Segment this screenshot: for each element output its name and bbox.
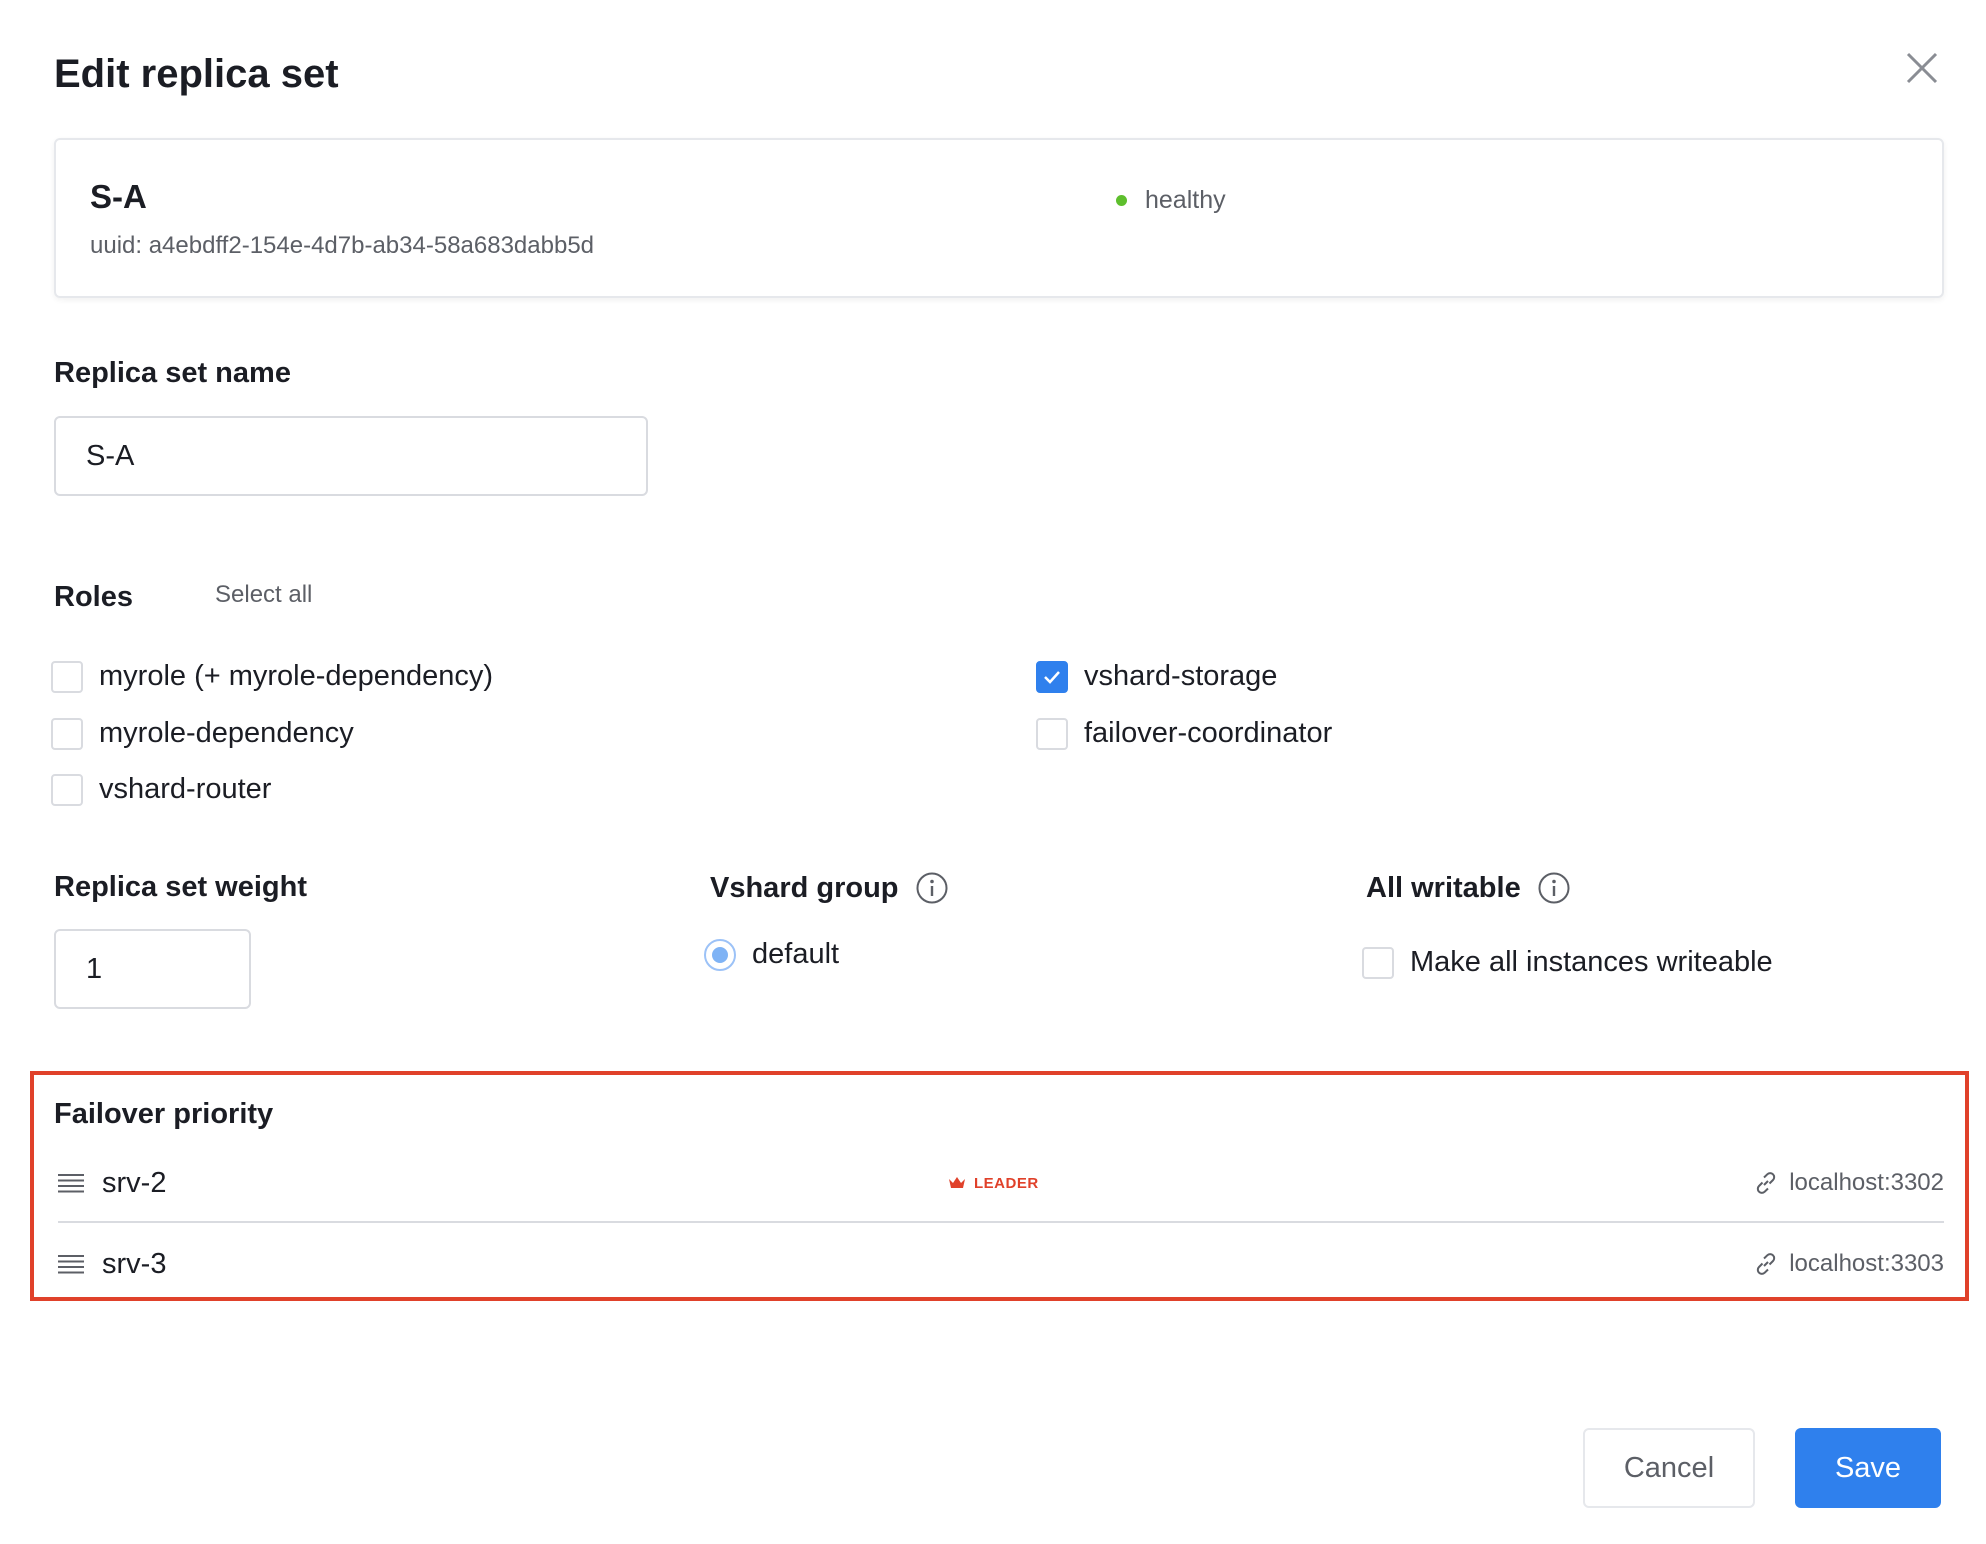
select-all-link[interactable]: Select all [215, 581, 312, 609]
info-icon[interactable] [915, 871, 949, 905]
all-writable-label: All writable [1366, 871, 1571, 905]
replicaset-name-input[interactable]: S-A [54, 416, 648, 496]
status-dot-icon [1116, 195, 1127, 206]
crown-icon [949, 1177, 965, 1188]
role-myrole[interactable]: myrole (+ myrole-dependency) [51, 660, 493, 693]
vshard-group-default-radio[interactable]: default [704, 938, 839, 971]
status-badge: healthy [1116, 186, 1226, 215]
role-label: vshard-router [99, 773, 272, 805]
radio-label: default [752, 938, 840, 970]
role-myrole-dependency[interactable]: myrole-dependency [51, 717, 354, 750]
drag-handle-icon[interactable] [58, 1254, 84, 1274]
link-icon [1757, 1172, 1776, 1194]
weight-label: Replica set weight [54, 871, 308, 903]
role-vshard-storage[interactable]: vshard-storage [1036, 660, 1277, 693]
role-vshard-router[interactable]: vshard-router [51, 773, 271, 806]
checkbox-icon[interactable] [1036, 717, 1068, 750]
server-uri: localhost:3303 [1753, 1250, 1944, 1278]
server-name: srv-3 [102, 1247, 167, 1280]
checkbox-checked-icon[interactable] [1036, 660, 1068, 693]
checkbox-icon[interactable] [51, 660, 83, 693]
drag-handle-icon[interactable] [58, 1173, 84, 1193]
radio-icon[interactable] [704, 938, 736, 971]
weight-input-value: 1 [86, 952, 103, 985]
replicaset-card: S-A uuid: a4ebdff2-154e-4d7b-ab34-58a683… [54, 138, 1944, 298]
cancel-button[interactable]: Cancel [1583, 1428, 1755, 1508]
role-label: failover-coordinator [1084, 717, 1333, 749]
server-uri: localhost:3302 [1753, 1169, 1944, 1197]
replicaset-name-label: Replica set name [54, 357, 291, 389]
server-name: srv-2 [102, 1166, 167, 1199]
info-icon[interactable] [1537, 871, 1571, 905]
dialog-title: Edit replica set [54, 52, 339, 96]
role-failover-coordinator[interactable]: failover-coordinator [1036, 717, 1332, 750]
checkbox-icon[interactable] [51, 717, 83, 750]
link-icon [1757, 1253, 1776, 1275]
all-writable-label-text: All writable [1366, 871, 1521, 904]
replicaset-name-input-value: S-A [86, 439, 135, 472]
server-uri-text: localhost:3302 [1789, 1169, 1944, 1196]
weight-input[interactable]: 1 [54, 929, 251, 1009]
role-label: myrole-dependency [99, 717, 354, 749]
failover-server-row[interactable]: srv-3 localhost:3303 [58, 1225, 1944, 1303]
leader-badge: LEADER [948, 1175, 1039, 1192]
role-label: vshard-storage [1084, 660, 1278, 692]
failover-priority-section: Failover priority srv-2 LEADER localhost… [30, 1071, 1969, 1301]
server-uri-text: localhost:3303 [1789, 1250, 1944, 1277]
all-writable-option: Make all instances writeable [1410, 946, 1773, 978]
all-writable-checkbox-row[interactable]: Make all instances writeable [1362, 946, 1773, 979]
role-label: myrole (+ myrole-dependency) [99, 660, 494, 692]
failover-server-row[interactable]: srv-2 LEADER localhost:3302 [58, 1145, 1944, 1223]
vshard-group-label: Vshard group [710, 871, 949, 905]
replicaset-name: S-A [90, 178, 147, 215]
leader-badge-text: LEADER [974, 1174, 1039, 1192]
check-icon [1044, 670, 1060, 684]
checkbox-icon[interactable] [51, 773, 83, 806]
status-text: healthy [1145, 186, 1226, 214]
close-icon[interactable] [1900, 46, 1944, 90]
radio-dot-icon [712, 946, 728, 963]
checkbox-icon[interactable] [1362, 946, 1394, 979]
replicaset-uuid: uuid: a4ebdff2-154e-4d7b-ab34-58a683dabb… [90, 232, 595, 259]
failover-priority-label: Failover priority [54, 1098, 274, 1130]
save-button[interactable]: Save [1795, 1428, 1941, 1508]
roles-label: Roles [54, 581, 133, 613]
vshard-group-label-text: Vshard group [710, 871, 899, 904]
